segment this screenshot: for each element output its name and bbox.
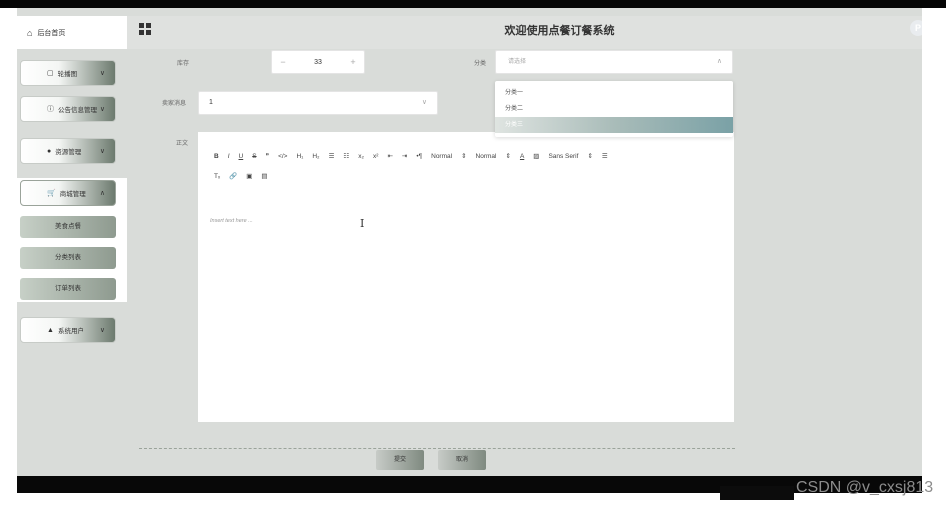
- image-icon: ▢: [47, 70, 54, 77]
- stepper-minus-button[interactable]: −: [272, 57, 294, 67]
- indent-button[interactable]: ⇥: [402, 152, 407, 160]
- chevron-down-icon: ∨: [99, 106, 105, 113]
- app-window: ⌂ 后台首页 欢迎使用点餐订餐系统 P ▢ 轮播图 ∨ ⓘ 公告信息管理 ∨ ●…: [17, 8, 922, 476]
- subscript-button[interactable]: x₂: [358, 153, 364, 160]
- underline-button[interactable]: U: [239, 153, 244, 160]
- category-label: 分类: [474, 61, 487, 67]
- sidebar-item-users[interactable]: ▲ 系统用户 ∨: [20, 317, 116, 343]
- info-icon: ⓘ: [47, 106, 54, 113]
- sidebar-sub-food[interactable]: 美食点餐: [20, 216, 116, 238]
- ordered-list-button[interactable]: ☰: [329, 152, 335, 160]
- divider: [139, 448, 735, 449]
- chevron-down-icon: ∨: [421, 99, 427, 106]
- link-icon[interactable]: 🔗: [229, 172, 237, 180]
- stock-stepper[interactable]: − 33 +: [271, 50, 365, 74]
- app-title: 欢迎使用点餐订餐系统: [504, 25, 615, 37]
- size-arrow-icon: ⇕: [461, 153, 467, 160]
- dropdown-option-selected[interactable]: 分类三: [495, 117, 733, 133]
- merchant-select[interactable]: 1 ∨: [198, 91, 438, 115]
- sidebar-sub-category[interactable]: 分类列表: [20, 247, 116, 269]
- location-icon: ●: [47, 147, 52, 155]
- video-icon[interactable]: ▤: [261, 172, 267, 180]
- chevron-up-icon: ∧: [99, 190, 105, 197]
- text-cursor-icon: I: [360, 217, 365, 230]
- chevron-down-icon: ∨: [99, 327, 105, 334]
- sidebar-sub-orders[interactable]: 订单列表: [20, 278, 116, 300]
- outdent-button[interactable]: ⇤: [387, 152, 392, 160]
- font-arrow-icon: ⇕: [587, 153, 593, 160]
- header-select[interactable]: Normal: [476, 153, 497, 160]
- clear-format-button[interactable]: Tₓ: [214, 173, 220, 180]
- header-arrow-icon: ⇕: [505, 153, 511, 160]
- background-color-button[interactable]: ▨: [533, 152, 539, 160]
- dropdown-option[interactable]: 分类二: [495, 101, 733, 117]
- content-label: 正文: [176, 141, 189, 147]
- category-select[interactable]: 请选择 ∧: [495, 50, 733, 74]
- avatar[interactable]: P: [910, 20, 922, 36]
- strike-button[interactable]: S: [252, 153, 256, 160]
- category-placeholder: 请选择: [508, 59, 527, 65]
- size-select[interactable]: Normal: [431, 153, 452, 160]
- category-dropdown: 分类一 分类二 分类三: [495, 81, 733, 137]
- sidebar-item-label: 商城管理: [59, 191, 86, 198]
- editor-toolbar-row1: B I U S ❞ </> H₁ H₂ ☰ ☷ x₂ x² ⇤ ⇥ •¶ Nor…: [214, 152, 617, 161]
- watermark-text: CSDN @v_cxsj813: [796, 479, 934, 496]
- sidebar-item-label: 系统用户: [57, 328, 84, 335]
- user-icon: ▲: [47, 326, 54, 334]
- merchant-label: 卖家消息: [162, 101, 187, 107]
- watermark-box: [720, 486, 794, 500]
- submit-button[interactable]: 提交: [376, 450, 424, 470]
- editor-toolbar-row2: Tₓ 🔗 ▣ ▤: [214, 172, 277, 181]
- code-button[interactable]: </>: [278, 153, 287, 160]
- rich-text-editor[interactable]: B I U S ❞ </> H₁ H₂ ☰ ☷ x₂ x² ⇤ ⇥ •¶ Nor…: [198, 132, 734, 422]
- font-color-button[interactable]: A: [520, 153, 524, 160]
- sidebar-item-resources[interactable]: ● 资源管理 ∨: [20, 138, 116, 164]
- cart-icon: 🛒: [47, 190, 56, 197]
- chevron-down-icon: ∨: [99, 148, 105, 155]
- direction-button[interactable]: •¶: [416, 153, 422, 160]
- sidebar-item-carousel[interactable]: ▢ 轮播图 ∨: [20, 60, 116, 86]
- bold-button[interactable]: B: [214, 153, 219, 160]
- editor-placeholder: Insert text here ...: [210, 218, 253, 224]
- align-button[interactable]: ☰: [602, 152, 608, 160]
- quote-button[interactable]: ❞: [266, 152, 270, 160]
- chevron-up-icon: ∧: [716, 58, 722, 65]
- bullet-list-button[interactable]: ☷: [343, 152, 349, 160]
- chevron-down-icon: ∨: [99, 70, 105, 77]
- sidebar-item-label: 轮播图: [57, 71, 78, 78]
- italic-button[interactable]: I: [228, 153, 230, 160]
- cancel-button[interactable]: 取消: [438, 450, 486, 470]
- stock-value[interactable]: 33: [314, 59, 322, 66]
- top-black-strip: [0, 0, 946, 8]
- merchant-value: 1: [209, 99, 213, 106]
- h1-button[interactable]: H₁: [296, 153, 303, 160]
- sidebar-item-label: 公告信息管理: [58, 107, 97, 114]
- sidebar-item-label: 资源管理: [55, 149, 82, 156]
- stepper-plus-button[interactable]: +: [342, 57, 364, 67]
- superscript-button[interactable]: x²: [373, 153, 378, 160]
- sidebar-item-shop[interactable]: 🛒 商城管理 ∧: [20, 180, 116, 206]
- sidebar-item-notice[interactable]: ⓘ 公告信息管理 ∨: [20, 96, 116, 122]
- h2-button[interactable]: H₂: [312, 153, 319, 160]
- stock-label: 库存: [177, 61, 190, 67]
- dropdown-option[interactable]: 分类一: [495, 85, 733, 101]
- font-select[interactable]: Sans Serif: [548, 153, 578, 160]
- image-icon[interactable]: ▣: [246, 172, 252, 180]
